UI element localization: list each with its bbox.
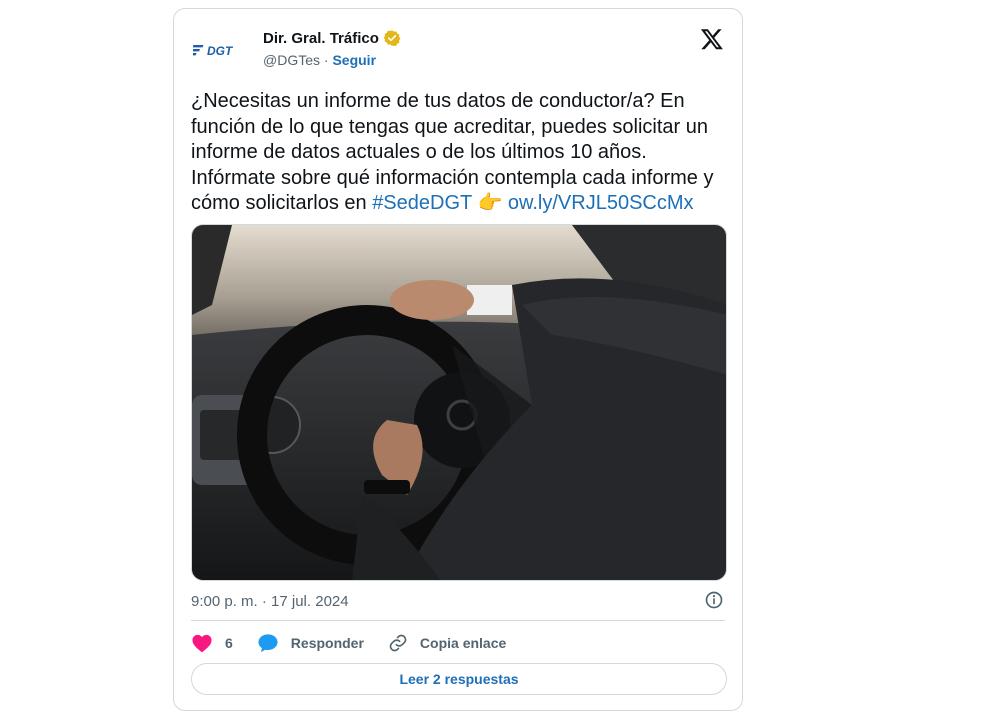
follow-button[interactable]: Seguir (332, 52, 376, 68)
tweet-photo[interactable] (191, 224, 727, 581)
reply-label: Responder (290, 635, 364, 651)
copy-link-label: Copia enlace (419, 635, 507, 651)
reply-button[interactable]: Responder (257, 633, 364, 653)
info-icon[interactable] (704, 590, 724, 610)
author-name-row: Dir. Gral. Tráfico (263, 29, 401, 47)
car-interior-image (192, 225, 726, 580)
tweet-card: DGT Dir. Gral. Tráfico @DGTes · Seguir ¿… (173, 8, 743, 711)
like-button[interactable]: 6 (191, 633, 233, 653)
tweet-header: DGT Dir. Gral. Tráfico @DGTes · Seguir (192, 25, 724, 73)
read-replies-button[interactable]: Leer 2 respuestas (191, 663, 727, 695)
actions-divider (191, 620, 725, 621)
pointing-emoji: 👉 (477, 192, 503, 214)
heart-icon (192, 634, 212, 653)
tweet-actions: 6 Responder Copia enlace (191, 631, 530, 655)
hashtag-link[interactable]: #SedeDGT (372, 192, 472, 214)
dgt-logo-icon: DGT (193, 44, 234, 58)
author-name[interactable]: Dir. Gral. Tráfico (263, 30, 379, 47)
handle-separator: · (323, 52, 329, 68)
tweet-link[interactable]: ow.ly/VRJL50SCcMx (508, 192, 694, 214)
copy-link-button[interactable]: Copia enlace (388, 633, 506, 653)
reply-icon (258, 634, 278, 653)
tweet-text: ¿Necesitas un informe de tus datos de co… (191, 89, 731, 217)
dgt-logo-text: DGT (207, 44, 234, 58)
tweet-timestamp[interactable]: 9:00 p. m. · 17 jul. 2024 (191, 593, 349, 610)
author-avatar[interactable]: DGT (192, 30, 240, 70)
like-count: 6 (225, 635, 233, 651)
author-handle[interactable]: @DGTes (263, 52, 320, 68)
link-icon (389, 634, 407, 652)
author-handle-row: @DGTes · Seguir (263, 52, 376, 68)
verified-badge-icon (383, 30, 401, 46)
x-logo-icon[interactable] (700, 27, 724, 51)
